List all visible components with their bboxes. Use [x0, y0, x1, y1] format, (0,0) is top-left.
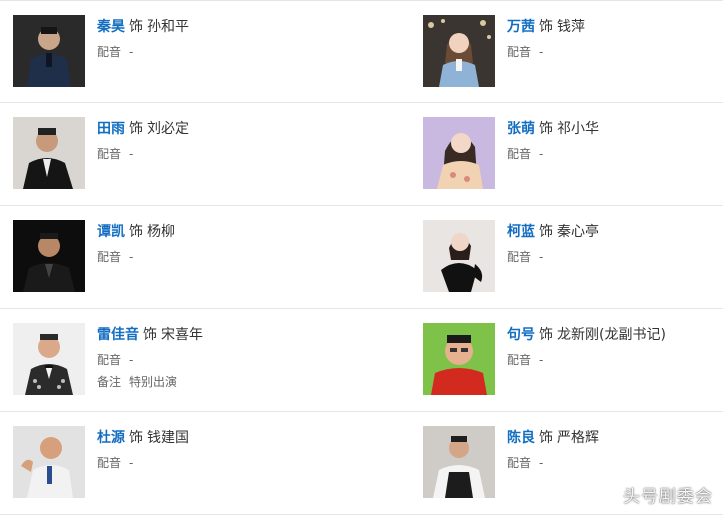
dub-value: -: [129, 45, 134, 59]
cast-row: 杜源饰钱建国 配音 - 陈良饰严格辉 配音 -: [0, 412, 723, 515]
actor-name-link[interactable]: 柯蓝: [507, 224, 535, 240]
role-name: 秦心亭: [557, 224, 599, 240]
dub-value: -: [539, 250, 544, 264]
cast-item: 田雨饰刘必定 配音 -: [13, 117, 403, 191]
cast-item: 杜源饰钱建国 配音 -: [13, 426, 403, 500]
dub-label: 配音: [507, 456, 532, 470]
actor-photo[interactable]: [423, 117, 495, 189]
actor-name-link[interactable]: 秦昊: [97, 19, 125, 35]
dub-label: 配音: [97, 45, 122, 59]
role-name: 刘必定: [147, 121, 189, 137]
actor-photo[interactable]: [423, 220, 495, 292]
watermark-text: 头号剧委会: [623, 487, 713, 507]
actor-name-link[interactable]: 陈良: [507, 430, 535, 446]
actor-photo[interactable]: [423, 323, 495, 395]
cast-row: 谭凯饰杨柳 配音 - 柯蓝饰秦心亭 配音 -: [0, 206, 723, 309]
dub-value: -: [539, 45, 544, 59]
cast-item: 秦昊饰孙和平 配音 -: [13, 15, 403, 89]
actor-name-link[interactable]: 谭凯: [97, 224, 125, 240]
cast-item: 张萌饰祁小华 配音 -: [423, 117, 713, 191]
as-label: 饰: [129, 19, 143, 35]
note-label: 备注: [97, 375, 122, 389]
role-name: 龙新刚(龙副书记): [557, 327, 666, 343]
actor-name-link[interactable]: 万茜: [507, 19, 535, 35]
actor-photo[interactable]: [13, 15, 85, 87]
as-label: 饰: [129, 430, 143, 446]
actor-photo[interactable]: [423, 15, 495, 87]
dub-label: 配音: [507, 353, 532, 367]
cast-item: 雷佳音饰宋喜年 配音 - 备注 特别出演: [13, 323, 403, 397]
cast-item: 万茜饰钱萍 配音 -: [423, 15, 713, 89]
role-name: 钱萍: [557, 19, 585, 35]
as-label: 饰: [539, 327, 553, 343]
role-name: 宋喜年: [161, 327, 203, 343]
actor-photo[interactable]: [13, 426, 85, 498]
cast-item: 柯蓝饰秦心亭 配音 -: [423, 220, 713, 294]
actor-photo[interactable]: [13, 323, 85, 395]
actor-name-link[interactable]: 田雨: [97, 121, 125, 137]
dub-value: -: [539, 147, 544, 161]
role-name: 钱建国: [147, 430, 189, 446]
cast-row: 田雨饰刘必定 配音 - 张萌饰祁小华 配音 -: [0, 103, 723, 206]
cast-row: 秦昊饰孙和平 配音 - 万茜饰钱萍 配音 -: [0, 0, 723, 103]
dub-value: -: [129, 456, 134, 470]
dub-label: 配音: [97, 456, 122, 470]
cast-item: 谭凯饰杨柳 配音 -: [13, 220, 403, 294]
actor-name-link[interactable]: 杜源: [97, 430, 125, 446]
dub-label: 配音: [507, 147, 532, 161]
as-label: 饰: [143, 327, 157, 343]
note-value: 特别出演: [129, 375, 178, 389]
dub-value: -: [129, 250, 134, 264]
actor-photo[interactable]: [13, 117, 85, 189]
role-name: 严格辉: [557, 430, 599, 446]
role-name: 杨柳: [147, 224, 175, 240]
dub-value: -: [129, 147, 134, 161]
as-label: 饰: [539, 224, 553, 240]
as-label: 饰: [539, 19, 553, 35]
dub-label: 配音: [97, 250, 122, 264]
role-name: 孙和平: [147, 19, 189, 35]
as-label: 饰: [539, 430, 553, 446]
dub-label: 配音: [507, 45, 532, 59]
dub-value: -: [129, 353, 134, 367]
actor-photo[interactable]: [13, 220, 85, 292]
as-label: 饰: [539, 121, 553, 137]
actor-name-link[interactable]: 张萌: [507, 121, 535, 137]
actor-name-link[interactable]: 句号: [507, 327, 535, 343]
dub-value: -: [539, 353, 544, 367]
cast-row: 雷佳音饰宋喜年 配音 - 备注 特别出演 句号饰龙新刚(龙副书记) 配音 -: [0, 309, 723, 412]
dub-label: 配音: [97, 147, 122, 161]
actor-photo[interactable]: [423, 426, 495, 498]
cast-item: 句号饰龙新刚(龙副书记) 配音 -: [423, 323, 713, 397]
dub-label: 配音: [97, 353, 122, 367]
actor-name-link[interactable]: 雷佳音: [97, 327, 139, 343]
role-name: 祁小华: [557, 121, 599, 137]
cast-list: 秦昊饰孙和平 配音 - 万茜饰钱萍 配音 - 田雨饰 刘必定 配音 - 张萌 饰…: [0, 0, 723, 515]
dub-value: -: [539, 456, 544, 470]
as-label: 饰: [129, 121, 143, 137]
as-label: 饰: [129, 224, 143, 240]
dub-label: 配音: [507, 250, 532, 264]
